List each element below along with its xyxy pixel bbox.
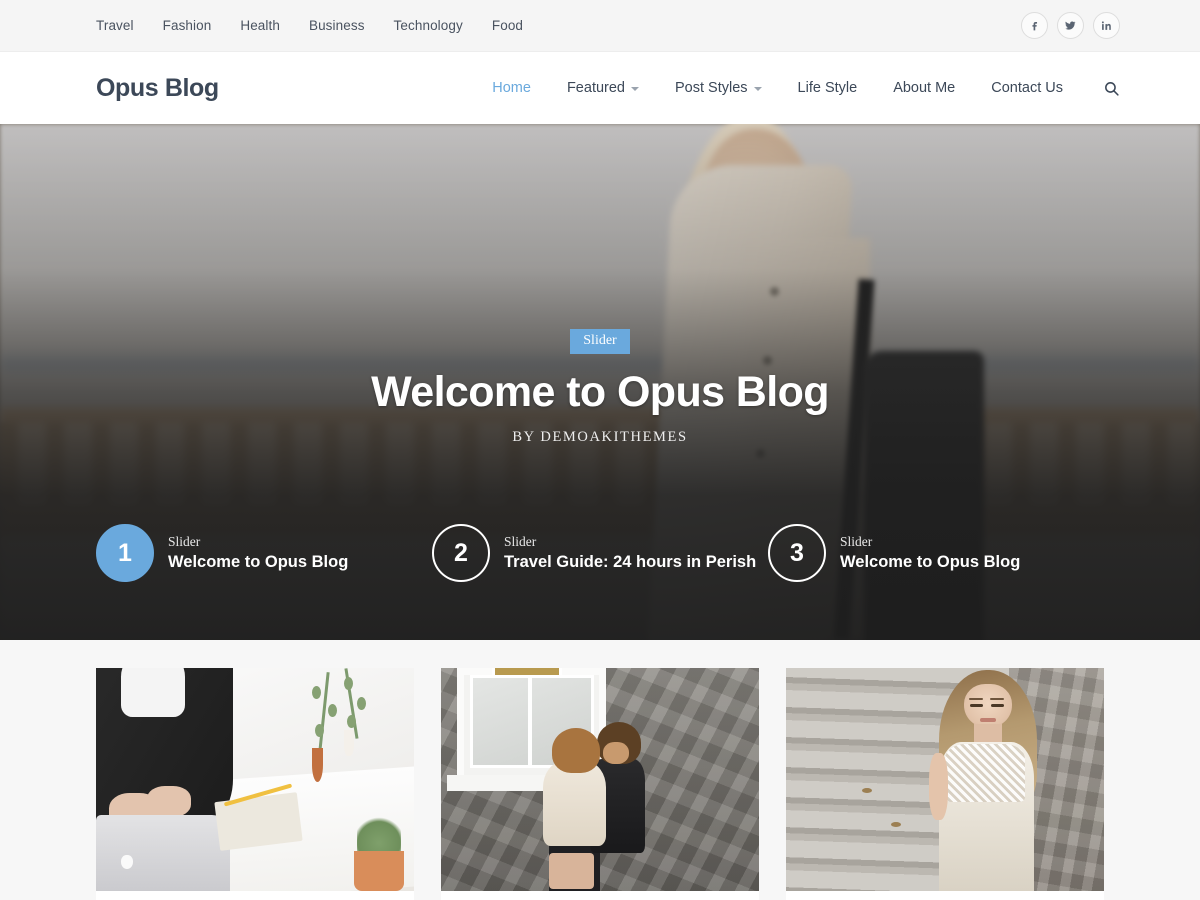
post-card-2[interactable]: [441, 668, 759, 900]
slider-thumbnails: 1 Slider Welcome to Opus Blog 2 Slider T…: [96, 524, 1104, 582]
chevron-down-icon: [631, 87, 639, 91]
site-header: Opus Blog Home Featured Post Styles Life…: [0, 52, 1200, 124]
topnav-item-fashion[interactable]: Fashion: [163, 18, 212, 33]
slider-thumb-1[interactable]: 1 Slider Welcome to Opus Blog: [96, 524, 432, 582]
hero-slider: Slider Welcome to Opus Blog BY DEMOAKITH…: [0, 124, 1200, 640]
post-card-body: [441, 891, 759, 900]
top-bar: Travel Fashion Health Business Technolog…: [0, 0, 1200, 52]
category-nav: Travel Fashion Health Business Technolog…: [96, 18, 523, 33]
nav-label-life-style: Life Style: [797, 80, 858, 96]
slider-thumb-category: Slider: [840, 533, 873, 549]
topnav-item-technology[interactable]: Technology: [394, 18, 463, 33]
slider-thumb-3[interactable]: 3 Slider Welcome to Opus Blog: [768, 524, 1104, 582]
posts-grid: [96, 668, 1104, 900]
slider-thumb-category: Slider: [168, 533, 201, 549]
nav-label-home: Home: [492, 80, 531, 96]
post-thumbnail-woman-steps[interactable]: [786, 668, 1104, 891]
nav-item-home[interactable]: Home: [474, 80, 549, 96]
nav-label-about-me: About Me: [893, 80, 956, 96]
topnav-item-food[interactable]: Food: [492, 18, 523, 33]
slider-thumb-title: Welcome to Opus Blog: [168, 552, 349, 571]
search-icon[interactable]: [1081, 80, 1120, 97]
nav-label-featured: Featured: [566, 80, 625, 96]
slider-thumb-number: 3: [768, 524, 826, 582]
slider-thumb-2[interactable]: 2 Slider Travel Guide: 24 hours in Peris…: [432, 524, 768, 582]
nav-item-post-styles[interactable]: Post Styles: [657, 80, 780, 96]
topnav-item-business[interactable]: Business: [309, 18, 365, 33]
nav-label-post-styles: Post Styles: [675, 80, 748, 96]
nav-label-contact-us: Contact Us: [991, 80, 1063, 96]
slider-thumb-number: 2: [432, 524, 490, 582]
social-links: [1021, 12, 1120, 39]
slider-thumb-category: Slider: [504, 533, 537, 549]
post-card-1[interactable]: [96, 668, 414, 900]
facebook-icon[interactable]: [1021, 12, 1048, 39]
main-nav: Home Featured Post Styles Life Style Abo…: [474, 80, 1120, 97]
hero-category-badge[interactable]: Slider: [570, 329, 630, 354]
post-card-3[interactable]: [786, 668, 1104, 900]
post-thumbnail-desk-laptop[interactable]: [96, 668, 414, 891]
post-card-body: [786, 891, 1104, 900]
slider-thumb-number: 1: [96, 524, 154, 582]
slider-thumb-title: Welcome to Opus Blog: [840, 552, 1021, 571]
nav-item-contact-us[interactable]: Contact Us: [973, 80, 1081, 96]
site-logo[interactable]: Opus Blog: [96, 74, 219, 103]
posts-section: [0, 640, 1200, 900]
chevron-down-icon: [753, 87, 762, 91]
slider-thumb-title: Travel Guide: 24 hours in Perish: [504, 552, 757, 571]
hero-title[interactable]: Welcome to Opus Blog: [0, 368, 1200, 416]
post-thumbnail-children-wall[interactable]: [441, 668, 759, 891]
twitter-icon[interactable]: [1057, 12, 1084, 39]
nav-item-featured[interactable]: Featured: [549, 80, 657, 96]
post-card-body: [96, 891, 414, 900]
nav-item-about-me[interactable]: About Me: [875, 80, 973, 96]
topnav-item-travel[interactable]: Travel: [96, 18, 134, 33]
topnav-item-health[interactable]: Health: [240, 18, 280, 33]
hero-content: Slider Welcome to Opus Blog BY DEMOAKITH…: [0, 329, 1200, 446]
nav-item-life-style[interactable]: Life Style: [780, 80, 876, 96]
linkedin-icon[interactable]: [1093, 12, 1120, 39]
hero-byline: BY DEMOAKITHEMES: [512, 429, 688, 446]
